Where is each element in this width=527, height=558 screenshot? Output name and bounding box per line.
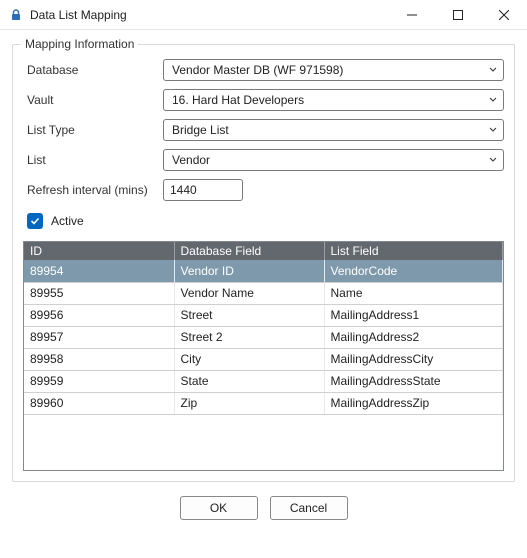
label-vault: Vault [23, 93, 163, 107]
active-checkbox[interactable] [27, 213, 43, 229]
table-cell: Vendor ID [174, 260, 324, 282]
title-bar: Data List Mapping [0, 0, 527, 30]
table-row[interactable]: 89959StateMailingAddressState [24, 370, 503, 392]
table-cell: MailingAddress1 [324, 304, 503, 326]
mapping-information-group: Mapping Information Database Vendor Mast… [12, 44, 515, 482]
table-cell: 89957 [24, 326, 174, 348]
table-cell: MailingAddressZip [324, 392, 503, 414]
table-cell: Vendor Name [174, 282, 324, 304]
table-cell: MailingAddressCity [324, 348, 503, 370]
ok-button[interactable]: OK [180, 496, 258, 520]
chevron-down-icon [487, 96, 499, 104]
vault-combo[interactable]: 16. Hard Hat Developers [163, 89, 504, 111]
label-list: List [23, 153, 163, 167]
table-cell: 89956 [24, 304, 174, 326]
chevron-down-icon [487, 156, 499, 164]
table-cell: 89958 [24, 348, 174, 370]
chevron-down-icon [487, 66, 499, 74]
refresh-interval-value: 1440 [170, 183, 197, 197]
table-row[interactable]: 89955Vendor NameName [24, 282, 503, 304]
col-id[interactable]: ID [24, 242, 174, 260]
maximize-button[interactable] [435, 0, 481, 30]
table-cell: Street 2 [174, 326, 324, 348]
table-row[interactable]: 89958CityMailingAddressCity [24, 348, 503, 370]
mapping-table[interactable]: ID Database Field List Field 89954Vendor… [23, 241, 504, 471]
table-cell: 89959 [24, 370, 174, 392]
table-row[interactable]: 89957Street 2MailingAddress2 [24, 326, 503, 348]
window-title: Data List Mapping [30, 8, 127, 22]
chevron-down-icon [487, 126, 499, 134]
table-cell: City [174, 348, 324, 370]
col-db-field[interactable]: Database Field [174, 242, 324, 260]
table-cell: VendorCode [324, 260, 503, 282]
table-cell: State [174, 370, 324, 392]
table-cell: 89955 [24, 282, 174, 304]
table-row[interactable]: 89956StreetMailingAddress1 [24, 304, 503, 326]
lock-icon [8, 7, 24, 23]
label-database: Database [23, 63, 163, 77]
table-cell: 89960 [24, 392, 174, 414]
table-row[interactable]: 89960ZipMailingAddressZip [24, 392, 503, 414]
list-combo-text: Vendor [172, 153, 487, 167]
label-active: Active [51, 214, 84, 228]
table-cell: Zip [174, 392, 324, 414]
group-legend: Mapping Information [21, 37, 138, 51]
list-type-combo[interactable]: Bridge List [163, 119, 504, 141]
table-header-row: ID Database Field List Field [24, 242, 503, 260]
minimize-button[interactable] [389, 0, 435, 30]
vault-combo-text: 16. Hard Hat Developers [172, 93, 487, 107]
col-list-field[interactable]: List Field [324, 242, 503, 260]
cancel-button[interactable]: Cancel [270, 496, 348, 520]
database-combo[interactable]: Vendor Master DB (WF 971598) [163, 59, 504, 81]
refresh-interval-input[interactable]: 1440 [163, 179, 243, 201]
table-row[interactable]: 89954Vendor IDVendorCode [24, 260, 503, 282]
table-cell: MailingAddressState [324, 370, 503, 392]
label-list-type: List Type [23, 123, 163, 137]
database-combo-text: Vendor Master DB (WF 971598) [172, 63, 487, 77]
list-combo[interactable]: Vendor [163, 149, 504, 171]
table-cell: Street [174, 304, 324, 326]
table-cell: 89954 [24, 260, 174, 282]
table-cell: Name [324, 282, 503, 304]
list-type-combo-text: Bridge List [172, 123, 487, 137]
table-cell: MailingAddress2 [324, 326, 503, 348]
label-refresh-interval: Refresh interval (mins) [23, 183, 163, 197]
close-button[interactable] [481, 0, 527, 30]
